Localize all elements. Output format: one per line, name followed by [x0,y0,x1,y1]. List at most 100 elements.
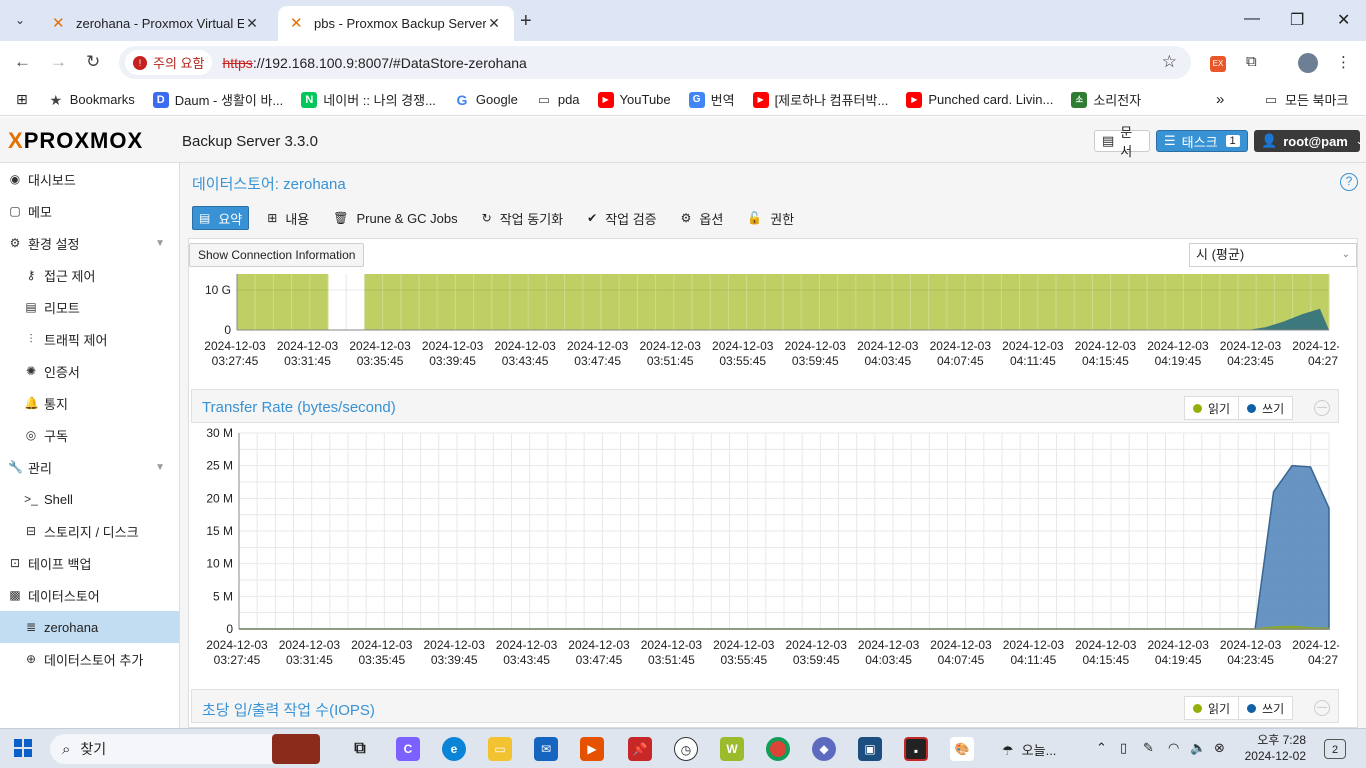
bookmark-item[interactable]: G Google [454,92,517,108]
book-icon: ▤ [1102,133,1115,148]
w-app-icon[interactable]: W [720,737,744,761]
show-connection-info-button[interactable]: Show Connection Information [189,243,365,267]
url-text[interactable]: https://192.168.100.9:8007/#DataStore-ze… [222,55,526,71]
virtualbox-icon[interactable]: ▣ [858,737,882,761]
profile-avatar-icon[interactable] [1298,53,1318,77]
forward-arrow-icon[interactable]: → [50,52,67,72]
browser-tab-pbs[interactable]: ✕ pbs - Proxmox Backup Server ✕ [278,6,514,41]
tab-close-icon[interactable]: ✕ [486,15,502,32]
tray-close-icon[interactable]: ⊗ [1214,740,1225,756]
collapse-icon[interactable]: — [1314,700,1330,716]
security-warning-chip[interactable]: ! 주의 요함 [125,50,213,75]
bookmark-item[interactable]: 소 소리전자 [1071,90,1141,109]
tray-chevron-up-icon[interactable]: ⌃ [1096,740,1107,756]
browser-menu-icon[interactable]: ⋮ [1336,53,1351,71]
chrome-icon[interactable] [766,737,790,761]
bookmark-item[interactable]: ▶ YouTube [597,91,671,108]
all-bookmarks-folder[interactable]: ▭ 모든 북마크 [1263,90,1349,109]
sidebar-item[interactable]: 🔧 관리 ▼ [0,451,179,483]
tab-gear[interactable]: ⚙ 옵션 [675,206,730,230]
bookmark-item[interactable]: N 네이버 :: 나의 경쟁... [301,90,436,109]
expand-toggle-icon[interactable]: ▼ [155,462,165,473]
reload-icon[interactable]: ↻ [86,52,100,72]
volume-icon[interactable]: 🔈 [1190,740,1206,756]
taskbar-search[interactable]: ⌕ 찾기 [50,734,320,764]
taskbar-clock[interactable]: 오후 7:28 2024-12-02 [1236,732,1306,764]
edge-icon[interactable]: e [442,737,466,761]
clock-app-icon[interactable]: ◷ [674,737,698,761]
sidebar-item[interactable]: 🔔 통지 [0,387,179,419]
bookmark-star-icon[interactable]: ☆ [1162,52,1177,72]
sidebar-item[interactable]: ⚷ 접근 제어 [0,259,179,291]
browser-tab-pve[interactable]: ✕ zerohana - Proxmox Virtual En ✕ [40,6,272,41]
new-tab-plus-icon[interactable]: + [520,10,532,33]
legend-write[interactable]: 쓰기 [1239,397,1292,419]
tab-refresh[interactable]: ↻ 작업 동기화 [476,206,569,230]
sidebar-item[interactable]: ✺ 인증서 [0,355,179,387]
tab-book[interactable]: ▤ 요약 [192,206,250,230]
sidebar-item[interactable]: ▤ 리모트 [0,291,179,323]
tab-unlock[interactable]: 🔓 권한 [741,206,800,230]
bookmark-item[interactable]: G 번역 [688,90,735,109]
sidebar-item[interactable]: ◎ 구독 [0,419,179,451]
legend-write[interactable]: 쓰기 [1239,697,1292,719]
bookmark-item[interactable]: ▶ Punched card. Livin... [906,91,1053,108]
pin-app-icon[interactable]: 📌 [628,737,652,761]
bookmark-item[interactable]: ▭ pda [536,92,580,108]
tab-close-icon[interactable]: ✕ [244,15,260,32]
sidebar-item[interactable]: ≣ zerohana [0,611,179,643]
sidebar-item[interactable]: ⊕ 데이터스토어 추가 [0,643,179,675]
terminal-app-icon[interactable]: ▪ [904,737,928,761]
tasks-button[interactable]: ☰ 태스크 1 [1156,130,1248,152]
sidebar-item[interactable]: ⊡ 테이프 백업 [0,547,179,579]
legend-read[interactable]: 읽기 [1185,697,1240,719]
sidebar-item[interactable]: ⊟ 스토리지 / 디스크 [0,515,179,547]
weather-widget[interactable]: ☂ 오늘... [1002,740,1056,759]
pen-icon[interactable]: ✎ [1143,740,1154,756]
sidebar-item[interactable]: ▩ 데이터스토어 [0,579,179,611]
notifications-badge[interactable]: 2 [1324,739,1346,759]
extensions-puzzle-icon[interactable]: ⧉ [1246,53,1257,70]
tab-search-chevron-icon[interactable]: ⌄ [8,8,32,32]
minimize-icon[interactable]: — [1244,10,1260,28]
folder-icon: ▭ [1264,91,1278,107]
x-tick-label: 03:59:45 [792,354,839,368]
file-explorer-icon[interactable]: ▭ [488,737,512,761]
task-view-icon[interactable]: ⧉ [348,737,372,761]
expand-toggle-icon[interactable]: ▼ [155,238,165,249]
apps-grid-icon[interactable]: ⊞ [16,91,28,108]
sidebar-item[interactable]: ◉ 대시보드 [0,163,179,195]
paint-icon[interactable]: 🎨 [950,737,974,761]
legend-read[interactable]: 읽기 [1185,397,1240,419]
tab-trash[interactable]: 🗑 Prune & GC Jobs [327,206,463,230]
restore-icon[interactable]: ❐ [1290,10,1304,30]
bookmark-item[interactable]: ▶ [제로하나 컴퓨터박... [752,90,888,109]
windows-start-icon[interactable] [14,739,32,757]
extension-ex-icon[interactable]: EX [1210,53,1226,72]
area-segment [946,274,966,330]
tray-app-icon[interactable]: ▯ [1120,740,1127,756]
chevron-down-icon: ⌄ [1355,135,1364,146]
bookmark-item[interactable]: ★ Bookmarks [48,92,134,108]
back-arrow-icon[interactable]: ← [14,52,31,72]
media-player-icon[interactable]: ▶ [580,737,604,761]
tab-grid[interactable]: ⊞ 내용 [261,206,315,230]
app-icon[interactable]: ◆ [812,737,836,761]
address-bar[interactable]: ! 주의 요함 https://192.168.100.9:8007/#Data… [119,46,1191,79]
bookmarks-overflow-icon[interactable]: » [1216,91,1224,108]
timeframe-select[interactable]: 시 (평균) ⌄ [1189,243,1357,267]
tab-check-circle[interactable]: ✔ 작업 검증 [581,206,663,230]
docs-button[interactable]: ▤ 문서 [1094,125,1150,159]
sidebar-item[interactable]: ⚙ 환경 설정 ▼ [0,227,179,259]
wifi-icon[interactable]: ◠ [1168,740,1179,756]
sidebar-item[interactable]: ▢ 메모 [0,195,179,227]
sidebar-item[interactable]: >_ Shell [0,483,179,515]
sidebar-item[interactable]: ⫶ 트래픽 제어 [0,323,179,355]
copilot-icon[interactable]: C [396,737,420,761]
window-close-icon[interactable]: ✕ [1337,10,1350,30]
user-menu-button[interactable]: 👤 root@pam ⌄ [1254,130,1363,152]
collapse-icon[interactable]: — [1314,400,1330,416]
bookmark-item[interactable]: D Daum - 생활이 바... [152,90,283,109]
help-icon[interactable]: ? [1340,173,1358,191]
mail-icon[interactable]: ✉ [534,737,558,761]
